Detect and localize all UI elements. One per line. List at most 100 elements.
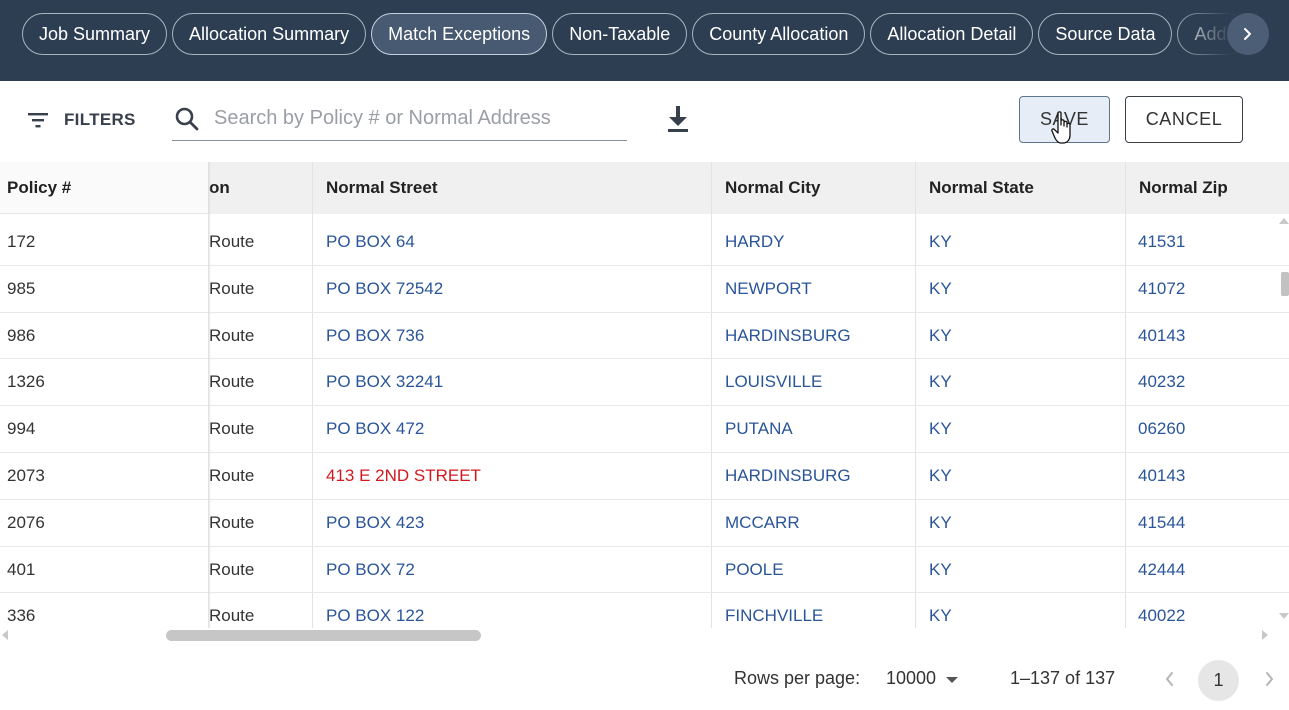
cell-policy[interactable]: 1326 [7, 359, 45, 405]
filter-list-icon [28, 113, 48, 128]
cell-normal-street[interactable]: PO BOX 72 [326, 547, 415, 593]
cell-normal-street[interactable]: PO BOX 423 [326, 500, 424, 546]
download-icon[interactable] [664, 104, 692, 134]
cell-normal-street[interactable]: PO BOX 472 [326, 406, 424, 452]
table-row[interactable]: 985 Route PO BOX 72542 NEWPORT KY 41072 [0, 266, 1289, 313]
cell-partial[interactable]: Route [209, 593, 254, 628]
cell-normal-street[interactable]: PO BOX 72542 [326, 266, 443, 312]
tab-scroll-next-button[interactable] [1227, 13, 1269, 55]
cell-normal-city[interactable]: PUTANA [725, 406, 793, 452]
search-icon [175, 107, 199, 130]
cell-normal-zip[interactable]: 40143 [1138, 453, 1185, 499]
cell-normal-city[interactable]: NEWPORT [725, 266, 812, 312]
cell-normal-zip[interactable]: 42444 [1138, 547, 1185, 593]
cell-normal-street[interactable]: PO BOX 32241 [326, 359, 443, 405]
tab-match-exceptions[interactable]: Match Exceptions [371, 13, 548, 55]
cell-normal-zip[interactable]: 40022 [1138, 593, 1185, 628]
pinned-column-divider [208, 162, 211, 628]
table-row[interactable]: 401 Route PO BOX 72 POOLE KY 42444 [0, 547, 1289, 594]
cell-normal-city[interactable]: HARDY [725, 219, 785, 265]
chevron-right-icon[interactable] [1259, 668, 1279, 690]
report-tab-bar: Job Summary Allocation Summary Match Excep… [0, 0, 1289, 81]
tab-job-summary[interactable]: Job Summary [22, 13, 168, 55]
cancel-button[interactable]: CANCEL [1125, 96, 1243, 143]
cell-normal-zip[interactable]: 40232 [1138, 359, 1185, 405]
tab-allocation-detail[interactable]: Allocation Detail [870, 13, 1034, 55]
cell-partial[interactable]: Route [209, 500, 254, 546]
cell-normal-street[interactable]: PO BOX 736 [326, 313, 424, 359]
rows-per-page-value: 10000 [886, 668, 937, 688]
table-row[interactable]: 994 Route PO BOX 472 PUTANA KY 06260 [0, 406, 1289, 453]
save-button[interactable]: SAVE [1019, 96, 1110, 143]
tab-non-taxable[interactable]: Non-Taxable [552, 13, 688, 55]
cell-normal-zip[interactable]: 40143 [1138, 313, 1185, 359]
cell-normal-state[interactable]: KY [929, 593, 952, 628]
cell-policy[interactable]: 172 [7, 219, 35, 265]
cell-normal-state[interactable]: KY [929, 219, 952, 265]
table-row[interactable]: 336 Route PO BOX 122 FINCHVILLE KY 40022 [0, 593, 1289, 628]
cell-normal-city[interactable]: FINCHVILLE [725, 593, 823, 628]
cell-partial[interactable]: Route [209, 313, 254, 359]
cell-normal-state[interactable]: KY [929, 313, 952, 359]
cell-partial[interactable]: Route [209, 547, 254, 593]
match-exceptions-table: on Normal Street Normal City Normal Stat… [0, 162, 1289, 628]
cell-normal-state[interactable]: KY [929, 406, 952, 452]
cell-policy[interactable]: 986 [7, 313, 35, 359]
search-input[interactable] [214, 107, 614, 130]
cell-policy[interactable]: 2073 [7, 453, 45, 499]
column-header-policy[interactable]: Policy # [7, 162, 71, 214]
column-header-normal-zip[interactable]: Normal Zip [1139, 162, 1228, 214]
cell-normal-street[interactable]: 413 E 2ND STREET [326, 453, 481, 499]
scroll-left-arrow[interactable] [2, 630, 8, 640]
cell-partial[interactable]: Route [209, 453, 254, 499]
table-row[interactable]: 986 Route PO BOX 736 HARDINSBURG KY 40143 [0, 313, 1289, 360]
cell-normal-city[interactable]: MCCARR [725, 500, 800, 546]
scroll-right-arrow[interactable] [1262, 630, 1268, 640]
cell-normal-zip[interactable]: 06260 [1138, 406, 1185, 452]
cell-normal-city[interactable]: HARDINSBURG [725, 313, 851, 359]
cell-policy[interactable]: 2076 [7, 500, 45, 546]
cell-policy[interactable]: 994 [7, 406, 35, 452]
cell-policy[interactable]: 985 [7, 266, 35, 312]
cell-partial[interactable]: Route [209, 359, 254, 405]
caret-down-icon [946, 676, 959, 683]
rows-per-page-select[interactable]: 10000 [886, 668, 959, 689]
cell-normal-state[interactable]: KY [929, 359, 952, 405]
vertical-scrollbar-thumb[interactable] [1281, 272, 1289, 296]
page-button-current[interactable]: 1 [1198, 660, 1239, 701]
pagination-footer: Rows per page: 10000 1–137 of 137 1 [0, 655, 1289, 705]
cell-normal-city[interactable]: POOLE [725, 547, 784, 593]
cell-normal-state[interactable]: KY [929, 266, 952, 312]
column-header-partial[interactable]: on [209, 162, 230, 214]
table-row[interactable]: 2073 Route 413 E 2ND STREET HARDINSBURG KY 40… [0, 453, 1289, 500]
cell-partial[interactable]: Route [209, 266, 254, 312]
cell-normal-street[interactable]: PO BOX 64 [326, 219, 415, 265]
cell-normal-street[interactable]: PO BOX 122 [326, 593, 424, 628]
cell-normal-state[interactable]: KY [929, 500, 952, 546]
scroll-down-arrow[interactable] [1279, 613, 1289, 619]
cell-policy[interactable]: 336 [7, 593, 35, 628]
table-row[interactable]: 172 Route PO BOX 64 HARDY KY 41531 [0, 219, 1289, 266]
column-header-normal-city[interactable]: Normal City [725, 162, 820, 214]
tab-county-allocation[interactable]: County Allocation [692, 13, 866, 55]
table-row[interactable]: 1326 Route PO BOX 32241 LOUISVILLE KY 40232 [0, 359, 1289, 407]
filters-button[interactable]: FILTERS [26, 104, 136, 136]
cell-normal-city[interactable]: LOUISVILLE [725, 359, 822, 405]
column-header-normal-street[interactable]: Normal Street [326, 162, 437, 214]
tab-source-data[interactable]: Source Data [1038, 13, 1173, 55]
table-row[interactable]: 2076 Route PO BOX 423 MCCARR KY 41544 [0, 500, 1289, 547]
cell-normal-state[interactable]: KY [929, 453, 952, 499]
horizontal-scrollbar-thumb[interactable] [166, 630, 481, 641]
chevron-left-icon[interactable] [1160, 668, 1180, 690]
cell-normal-zip[interactable]: 41544 [1138, 500, 1185, 546]
scroll-up-arrow[interactable] [1279, 218, 1289, 224]
cell-partial[interactable]: Route [209, 406, 254, 452]
cell-normal-city[interactable]: HARDINSBURG [725, 453, 851, 499]
cell-policy[interactable]: 401 [7, 547, 35, 593]
cell-normal-zip[interactable]: 41531 [1138, 219, 1185, 265]
cell-partial[interactable]: Route [209, 219, 254, 265]
tab-allocation-summary[interactable]: Allocation Summary [172, 13, 367, 55]
column-header-normal-state[interactable]: Normal State [929, 162, 1034, 214]
cell-normal-zip[interactable]: 41072 [1138, 266, 1185, 312]
cell-normal-state[interactable]: KY [929, 547, 952, 593]
